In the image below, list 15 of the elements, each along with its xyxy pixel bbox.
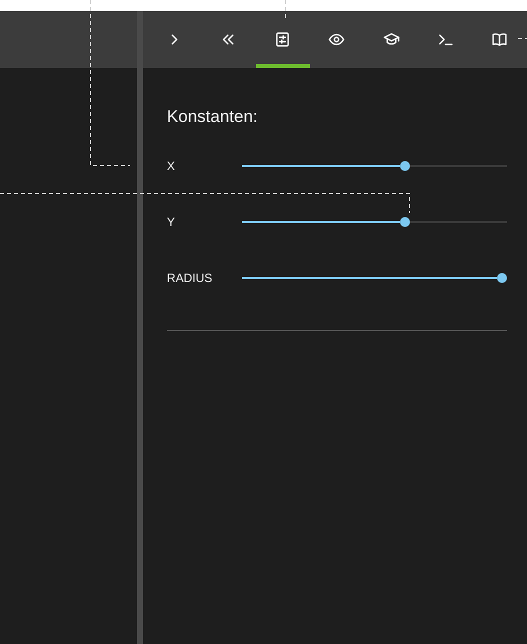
slider-thumb[interactable] [400, 217, 410, 227]
slider[interactable] [242, 273, 507, 283]
leader-line [285, 0, 286, 18]
slider-label: Y [166, 215, 176, 229]
slider[interactable] [242, 217, 507, 227]
slider-thumb[interactable] [497, 273, 507, 283]
sliders-icon [274, 31, 292, 48]
slider-thumb[interactable] [400, 161, 410, 171]
section-heading: Konstanten: [166, 107, 259, 127]
leader-line [518, 38, 527, 39]
book-icon [491, 31, 508, 48]
eye-icon [328, 31, 346, 48]
slider[interactable] [242, 161, 507, 171]
slider-label: X [166, 159, 176, 173]
slider-label: RADIUS [166, 271, 214, 285]
